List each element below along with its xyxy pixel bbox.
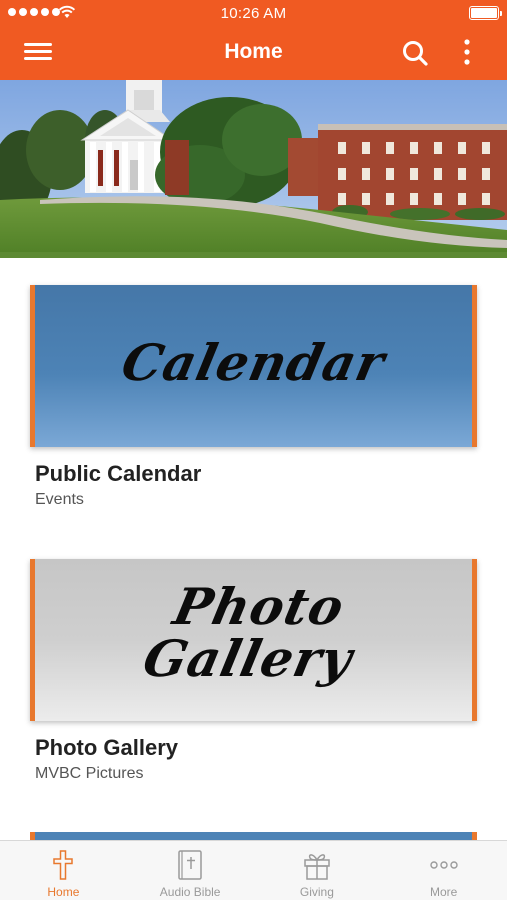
tab-label: More — [429, 885, 458, 899]
nav-bar: Home — [0, 26, 507, 80]
banner-line-1: Photo — [168, 577, 350, 636]
gift-icon — [304, 854, 330, 880]
app-header: 10:26 AM Home — [0, 0, 507, 80]
calendar-banner[interactable]: Calendar — [30, 285, 477, 447]
more-icon — [429, 861, 458, 869]
calendar-card[interactable]: Calendar Public Calendar Events — [30, 285, 477, 509]
tab-label: Giving — [299, 885, 334, 899]
overflow-menu-icon[interactable] — [457, 38, 477, 68]
status-bar: 10:26 AM — [0, 0, 507, 26]
card-subtitle: Events — [35, 491, 84, 508]
bible-icon — [178, 850, 202, 880]
tab-home[interactable]: Home — [0, 841, 127, 900]
tab-label: Home — [47, 885, 80, 899]
card-title: Photo Gallery — [35, 735, 179, 760]
cross-icon — [53, 850, 74, 880]
card-title: Public Calendar — [35, 461, 202, 486]
tab-label: Audio Bible — [159, 885, 221, 899]
status-time: 10:26 AM — [220, 5, 287, 22]
photo-gallery-banner[interactable]: Photo Gallery — [30, 559, 477, 721]
search-icon[interactable] — [400, 38, 430, 68]
photo-gallery-card[interactable]: Photo Gallery Photo Gallery MVBC Picture… — [30, 559, 477, 783]
card-subtitle: MVBC Pictures — [35, 765, 144, 782]
page-title: Home — [224, 40, 283, 63]
tab-giving[interactable]: Giving — [254, 841, 381, 900]
battery-icon — [469, 6, 502, 20]
tab-audio-bible[interactable]: Audio Bible — [127, 841, 254, 900]
tab-bar: Home Audio Bible Giving More — [0, 840, 507, 900]
calendar-banner-text: Calendar — [116, 333, 391, 392]
tab-more[interactable]: More — [380, 841, 507, 900]
banner-line-2: Gallery — [138, 629, 358, 688]
hero-image — [0, 80, 507, 258]
photo-gallery-banner-text: Photo Gallery — [35, 577, 472, 688]
